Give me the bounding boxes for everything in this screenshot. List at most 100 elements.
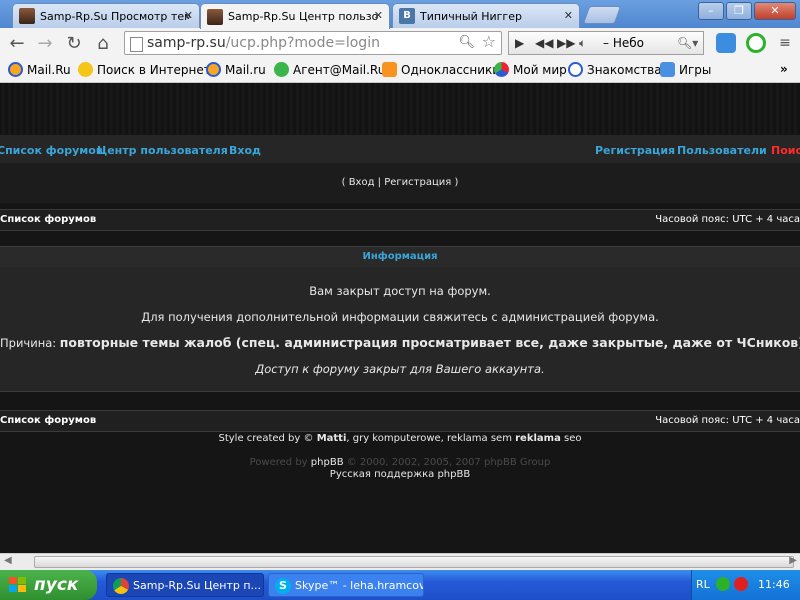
russian-support-link[interactable]: Русская поддержка phpBB (0, 469, 800, 480)
maximize-button[interactable]: ❐ (726, 2, 752, 20)
fast-forward-icon[interactable]: ▶▶ (557, 32, 575, 54)
nav-register-link[interactable]: Регистрация (595, 144, 675, 157)
ban-reason: Причина: повторные темы жалоб (спец. адм… (0, 335, 800, 350)
vk-favicon-icon: B (399, 8, 415, 24)
close-window-button[interactable]: ✕ (754, 2, 796, 20)
windows-flag-icon (9, 577, 26, 592)
tab-title: Samp-Rp.Su Центр пользователя (228, 10, 378, 23)
language-indicator[interactable]: RL (696, 578, 710, 591)
scrollbar-thumb[interactable] (34, 556, 794, 568)
site-favicon-icon (207, 8, 223, 25)
login-register-line[interactable]: ( Вход | Регистрация ) (0, 163, 800, 203)
mailru-icon (8, 62, 23, 77)
tab-vk[interactable]: B Типичный Ниггер ✕ (392, 3, 580, 28)
search-engine-icon (78, 62, 93, 77)
system-tray: RL 11:46 (691, 570, 800, 600)
phpbb-link[interactable]: phpBB (311, 457, 344, 468)
breadcrumb-bottom: Список форумов Часовой пояс: UTC + 4 час… (0, 410, 800, 432)
taskbar-skype-item[interactable]: S Skype™ - leha.hramcov (268, 573, 424, 597)
horizontal-scrollbar[interactable]: ◀ ▶ (0, 553, 800, 570)
timezone-text: Часовой пояс: UTC + 4 часа (655, 415, 800, 426)
ban-reason-label: Причина: (0, 336, 57, 350)
bookmark-item[interactable]: Mail.ru (206, 62, 266, 77)
audio-player-extension: ▶ ◀◀ ▶▶ 🔈︎ – Небо 🔍︎▾ (508, 31, 704, 55)
style-author-link[interactable]: Matti (317, 433, 347, 444)
address-bar[interactable]: samp-rp.su/ucp.php?mode=login 🔍︎ ☆ (124, 31, 502, 55)
bookmark-item[interactable]: Агент@Mail.Ru (274, 62, 385, 77)
close-tab-icon[interactable]: ✕ (564, 9, 573, 22)
nav-users-link[interactable]: Пользователи (677, 144, 767, 157)
nav-search-link[interactable]: Поиск (771, 144, 800, 157)
nav-login-link[interactable]: Вход (229, 144, 261, 157)
site-favicon-icon (19, 8, 35, 24)
menu-wrench-icon[interactable]: ≡ (774, 35, 796, 51)
tab-topic[interactable]: Samp-Rp.Su Просмотр темы ✕ (12, 3, 200, 28)
bookmark-item[interactable]: Одноклассники (382, 62, 500, 77)
tray-blocked-icon[interactable] (734, 577, 748, 591)
reload-icon[interactable]: ↻ (63, 33, 85, 54)
powered-by: Powered by phpBB © 2000, 2002, 2005, 200… (249, 457, 551, 468)
scroll-left-icon[interactable]: ◀ (4, 555, 12, 566)
info-line-1: Вам закрыт доступ на форум. (309, 284, 491, 298)
start-button[interactable]: пуск (0, 570, 97, 600)
moy-mir-icon (494, 62, 509, 77)
rewind-icon[interactable]: ◀◀ (535, 32, 553, 54)
bookmark-item[interactable]: Мой мир (494, 62, 567, 77)
timezone-text: Часовой пояс: UTC + 4 часа (655, 214, 800, 225)
info-line-2: Для получения дополнительной информации … (141, 310, 659, 324)
player-search-icon[interactable]: 🔍︎▾ (677, 32, 698, 54)
info-panel: Вам закрыт доступ на форум. Для получени… (0, 267, 800, 392)
bookmark-item[interactable]: Игры (660, 62, 711, 77)
browser-toolbar: ← → ↻ ⌂ samp-rp.su/ucp.php?mode=login 🔍︎… (0, 28, 800, 60)
forward-arrow-icon[interactable]: → (34, 33, 56, 54)
more-bookmarks-icon[interactable]: » (780, 62, 788, 76)
tab-title: Типичный Ниггер (420, 9, 522, 23)
new-tab-button[interactable] (582, 6, 622, 24)
bookmark-item[interactable]: Mail.Ru (8, 62, 71, 77)
info-line-4: Доступ к форуму закрыт для Вашего аккаун… (255, 362, 545, 376)
url-path: /ucp.php?mode=login (225, 35, 380, 51)
page-icon (130, 37, 143, 52)
info-title: Информация (0, 246, 800, 267)
clock: 11:46 (758, 578, 790, 591)
tray-q-icon[interactable] (716, 577, 730, 591)
reklama-link[interactable]: reklama (515, 433, 561, 444)
bookmark-item[interactable]: Поиск в Интернете (78, 62, 218, 77)
back-arrow-icon[interactable]: ← (6, 33, 28, 54)
player-track-text: – Небо (603, 36, 644, 50)
breadcrumb-top: Список форумов Часовой пояс: UTC + 4 час… (0, 209, 800, 231)
url-host: samp-rp.su (147, 35, 226, 51)
style-credit: Style created by © Matti, gry komputerow… (218, 433, 582, 444)
bookmark-star-icon[interactable]: ☆ (482, 31, 496, 53)
ban-reason-text: повторные темы жалоб (спец. администраци… (59, 335, 800, 350)
scroll-right-icon[interactable]: ▶ (789, 555, 797, 566)
games-icon (660, 62, 675, 77)
tab-user-center[interactable]: Samp-Rp.Su Центр пользователя ✕ (200, 3, 390, 29)
extension-icon[interactable] (716, 33, 736, 53)
tab-strip: Samp-Rp.Su Просмотр темы ✕ Samp-Rp.Su Це… (0, 0, 800, 29)
nav-user-center-link[interactable]: Центр пользователя (97, 144, 228, 157)
close-tab-icon[interactable]: ✕ (184, 9, 193, 22)
tab-title: Samp-Rp.Su Просмотр темы (40, 9, 190, 23)
breadcrumb-forum-list[interactable]: Список форумов (0, 214, 96, 225)
forum-navbar: Список форумов Центр пользователя Вход Р… (0, 135, 800, 163)
page-content: Список форумов Центр пользователя Вход Р… (0, 83, 800, 553)
breadcrumb-forum-list[interactable]: Список форумов (0, 415, 96, 426)
search-icon[interactable]: 🔍︎ (458, 32, 475, 54)
dating-icon (568, 62, 583, 77)
home-icon[interactable]: ⌂ (92, 33, 114, 54)
play-icon[interactable]: ▶ (515, 32, 524, 54)
agent-icon (274, 62, 289, 77)
close-tab-icon[interactable]: ✕ (374, 9, 383, 22)
nav-forum-list-link[interactable]: Список форумов (0, 144, 103, 157)
windows-taskbar: пуск Samp-Rp.Su Центр п... S Skype™ - le… (0, 570, 800, 600)
skype-icon: S (275, 578, 291, 594)
extension-q-icon[interactable] (746, 33, 766, 53)
volume-icon[interactable]: 🔈︎ (579, 32, 586, 54)
taskbar-chrome-item[interactable]: Samp-Rp.Su Центр п... (106, 573, 264, 597)
window-controls: – ❐ ✕ (698, 2, 796, 20)
chrome-icon (113, 578, 129, 594)
minimize-button[interactable]: – (698, 2, 724, 20)
bookmark-item[interactable]: Знакомства (568, 62, 662, 77)
mailru-icon (206, 62, 221, 77)
